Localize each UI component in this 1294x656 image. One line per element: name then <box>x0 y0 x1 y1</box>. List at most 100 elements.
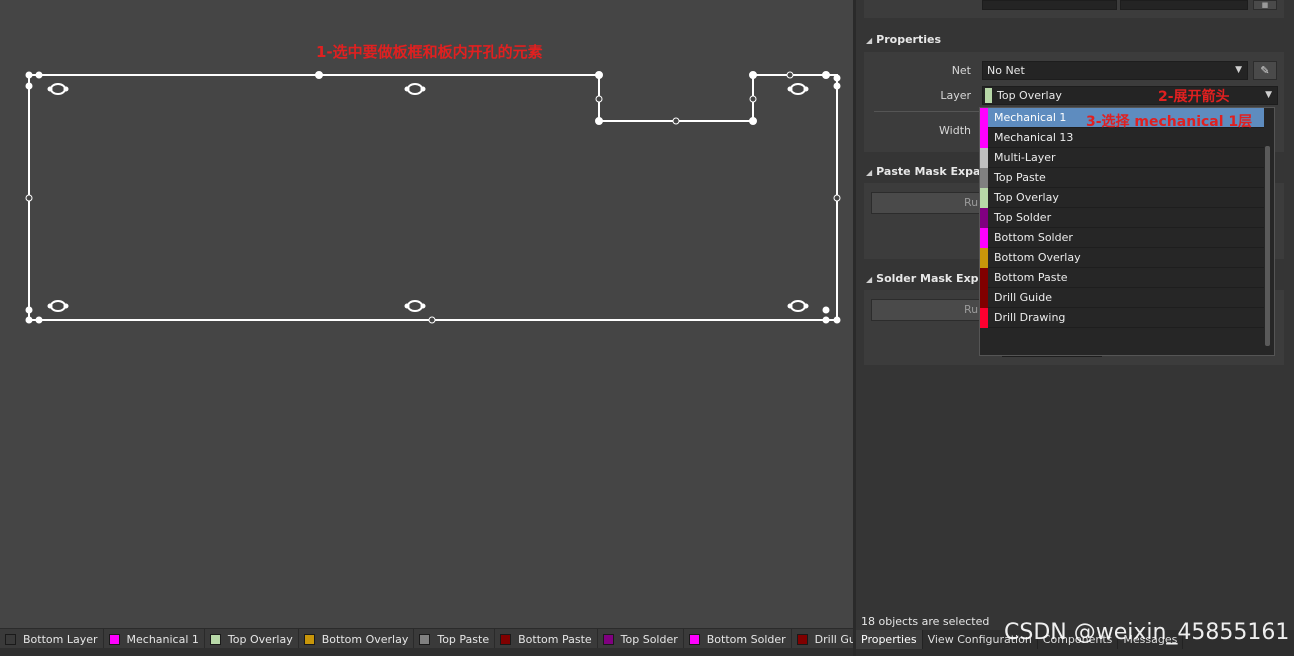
layer-color-swatch <box>5 633 16 645</box>
layer-color-swatch <box>419 633 431 645</box>
layer-color-swatch <box>980 227 988 248</box>
collapse-arrow-icon: ◢ <box>866 275 873 284</box>
mounting-hole <box>50 300 66 312</box>
dropdown-option[interactable]: Bottom Solder <box>980 227 1264 248</box>
layer-tab[interactable]: Bottom Layer <box>0 629 104 649</box>
pcb-canvas[interactable]: 1-选中要做板框和板内开孔的元素 <box>0 0 853 628</box>
layer-color-swatch <box>209 633 221 645</box>
layer-tab-label: Bottom Paste <box>518 632 592 646</box>
layer-color-swatch <box>688 633 700 645</box>
layer-tab-label: Drill Guide <box>814 632 853 646</box>
mounting-hole <box>50 83 66 95</box>
net-dropdown[interactable]: No Net ▼ <box>982 61 1248 80</box>
net-value: No Net <box>987 64 1025 77</box>
width-label: Width <box>939 124 971 137</box>
dropdown-option[interactable]: Top Paste <box>980 167 1264 188</box>
panel-tab[interactable]: Properties <box>856 630 923 649</box>
dropdown-option-label: Mechanical 1 <box>994 111 1067 124</box>
dropdown-option[interactable]: Bottom Paste <box>980 267 1264 288</box>
mounting-hole <box>790 300 806 312</box>
layer-tab[interactable]: Top Solder <box>598 629 684 649</box>
layer-tab[interactable]: Top Overlay <box>205 629 299 649</box>
layer-color-swatch <box>980 307 988 328</box>
chevron-down-icon: ▼ <box>1265 90 1272 100</box>
layer-dropdown[interactable]: Top Overlay ▼ <box>982 86 1278 105</box>
annotation-step3: 3-选择 mechanical 1层 <box>1086 114 1253 130</box>
layer-color-swatch <box>796 633 808 645</box>
layer-tab-label: Bottom Solder <box>706 632 786 646</box>
layer-label: Layer <box>940 89 971 102</box>
layer-color-swatch <box>980 107 988 128</box>
layer-tab[interactable]: Top Paste <box>414 629 496 649</box>
layer-tab[interactable]: Bottom Overlay <box>299 629 415 649</box>
layer-tab-label: Top Overlay <box>227 632 293 646</box>
dropdown-option[interactable]: Mechanical 13 <box>980 127 1264 148</box>
eyedropper-button[interactable]: ✎ <box>1253 61 1277 80</box>
board-outline <box>28 74 838 321</box>
layer-tab[interactable]: Drill Guide <box>792 629 853 649</box>
dropdown-option-label: Top Overlay <box>994 191 1059 204</box>
layer-tab-label: Mechanical 1 <box>126 632 199 646</box>
layer-color-swatch <box>985 88 992 103</box>
layer-color-swatch <box>980 267 988 288</box>
collapse-arrow-icon: ◢ <box>866 168 873 177</box>
layer-color-swatch <box>108 633 120 645</box>
dropdown-option-label: Multi-Layer <box>994 151 1056 164</box>
net-label: Net <box>951 64 971 77</box>
layer-tab-label: Bottom Overlay <box>321 632 409 646</box>
eyedropper-icon: ✎ <box>1260 64 1270 77</box>
layer-color-swatch <box>980 167 988 188</box>
dropdown-option[interactable]: Bottom Overlay <box>980 247 1264 268</box>
watermark: CSDN @weixin_45855161 <box>1004 620 1290 645</box>
layer-bar-footer <box>0 648 853 656</box>
layer-tab[interactable]: Mechanical 1 <box>104 629 205 649</box>
selection-status: 18 objects are selected <box>861 615 990 628</box>
layer-color-swatch <box>980 187 988 208</box>
layer-color-swatch <box>303 633 315 645</box>
lock-icon[interactable]: ▪ <box>1253 0 1277 10</box>
layer-tab-label: Top Solder <box>620 632 678 646</box>
layer-tabs-bar: Bottom Layer Mechanical 1 Top Overlay Botto… <box>0 628 853 649</box>
dropdown-scrollbar[interactable] <box>1265 146 1270 346</box>
dropdown-option[interactable]: Drill Drawing <box>980 307 1264 328</box>
layer-dropdown-list[interactable]: Mechanical 1 Mechanical 13 Multi-Layer Top … <box>979 107 1275 356</box>
mounting-holes <box>50 83 806 312</box>
divider <box>874 111 994 112</box>
mounting-hole <box>407 300 423 312</box>
dropdown-option[interactable]: Top Solder <box>980 207 1264 228</box>
dropdown-option-label: Bottom Paste <box>994 271 1068 284</box>
dropdown-option-label: Drill Guide <box>994 291 1052 304</box>
layer-tab-label: Top Paste <box>437 632 490 646</box>
selection-handles <box>25 71 841 324</box>
dropdown-option-label: Mechanical 13 <box>994 131 1074 144</box>
chevron-down-icon: ▼ <box>1235 65 1242 75</box>
top-group: ▪ <box>864 0 1284 18</box>
annotation-step2: 2-展开箭头 <box>1158 89 1230 105</box>
layer-tab[interactable]: Bottom Paste <box>495 629 598 649</box>
dropdown-option[interactable]: Drill Guide <box>980 287 1264 308</box>
layer-color-swatch <box>980 207 988 228</box>
field-top-2[interactable] <box>1120 0 1248 10</box>
field-top-1[interactable] <box>982 0 1117 10</box>
mounting-hole <box>407 83 423 95</box>
dropdown-option-label: Bottom Solder <box>994 231 1073 244</box>
layer-color-swatch <box>980 287 988 308</box>
layer-color-swatch <box>602 633 614 645</box>
layer-tab-label: Bottom Layer <box>23 632 98 646</box>
dropdown-option[interactable]: Multi-Layer <box>980 147 1264 168</box>
layer-tab[interactable]: Bottom Solder <box>684 629 792 649</box>
section-properties[interactable]: ◢ Properties <box>866 33 941 46</box>
dropdown-option[interactable]: Top Overlay <box>980 187 1264 208</box>
layer-color-swatch <box>980 127 988 148</box>
board-outline-drawing[interactable] <box>0 0 853 628</box>
dropdown-option-label: Top Solder <box>994 211 1052 224</box>
dropdown-option-label: Top Paste <box>994 171 1046 184</box>
mounting-hole <box>790 83 806 95</box>
layer-color-swatch <box>500 633 512 645</box>
dropdown-option-label: Drill Drawing <box>994 311 1066 324</box>
collapse-arrow-icon: ◢ <box>866 36 873 45</box>
dropdown-option-label: Bottom Overlay <box>994 251 1081 264</box>
layer-color-swatch <box>980 247 988 268</box>
annotation-step1: 1-选中要做板框和板内开孔的元素 <box>316 43 543 61</box>
layer-value: Top Overlay <box>997 89 1062 102</box>
